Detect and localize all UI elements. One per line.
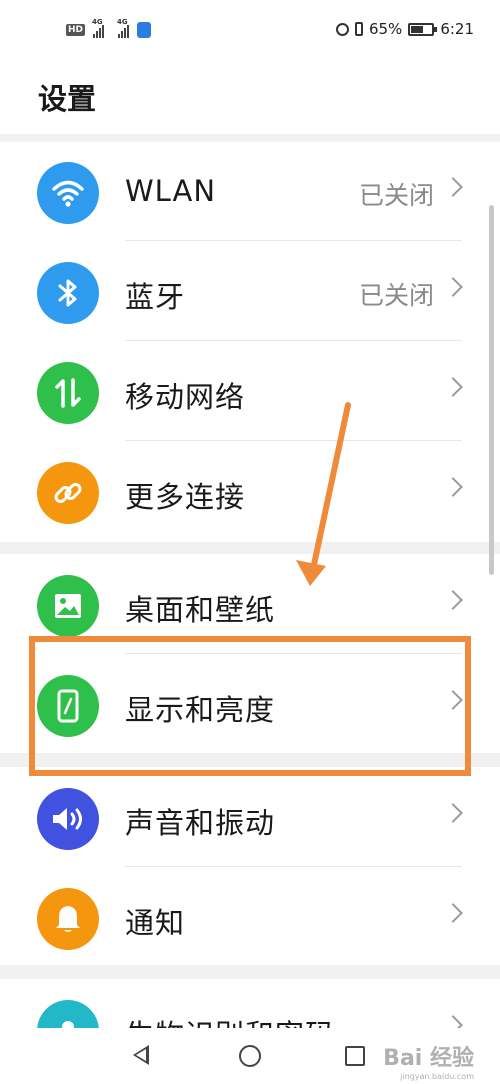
back-icon[interactable] [133,1045,149,1065]
watermark: Bai 经验 jingyan.baidu.com [383,1046,474,1081]
navigation-bar: Bai 经验 jingyan.baidu.com [0,1028,500,1084]
recent-apps-icon[interactable] [345,1046,365,1066]
home-icon[interactable] [239,1045,261,1067]
annotation-arrow [296,402,351,586]
